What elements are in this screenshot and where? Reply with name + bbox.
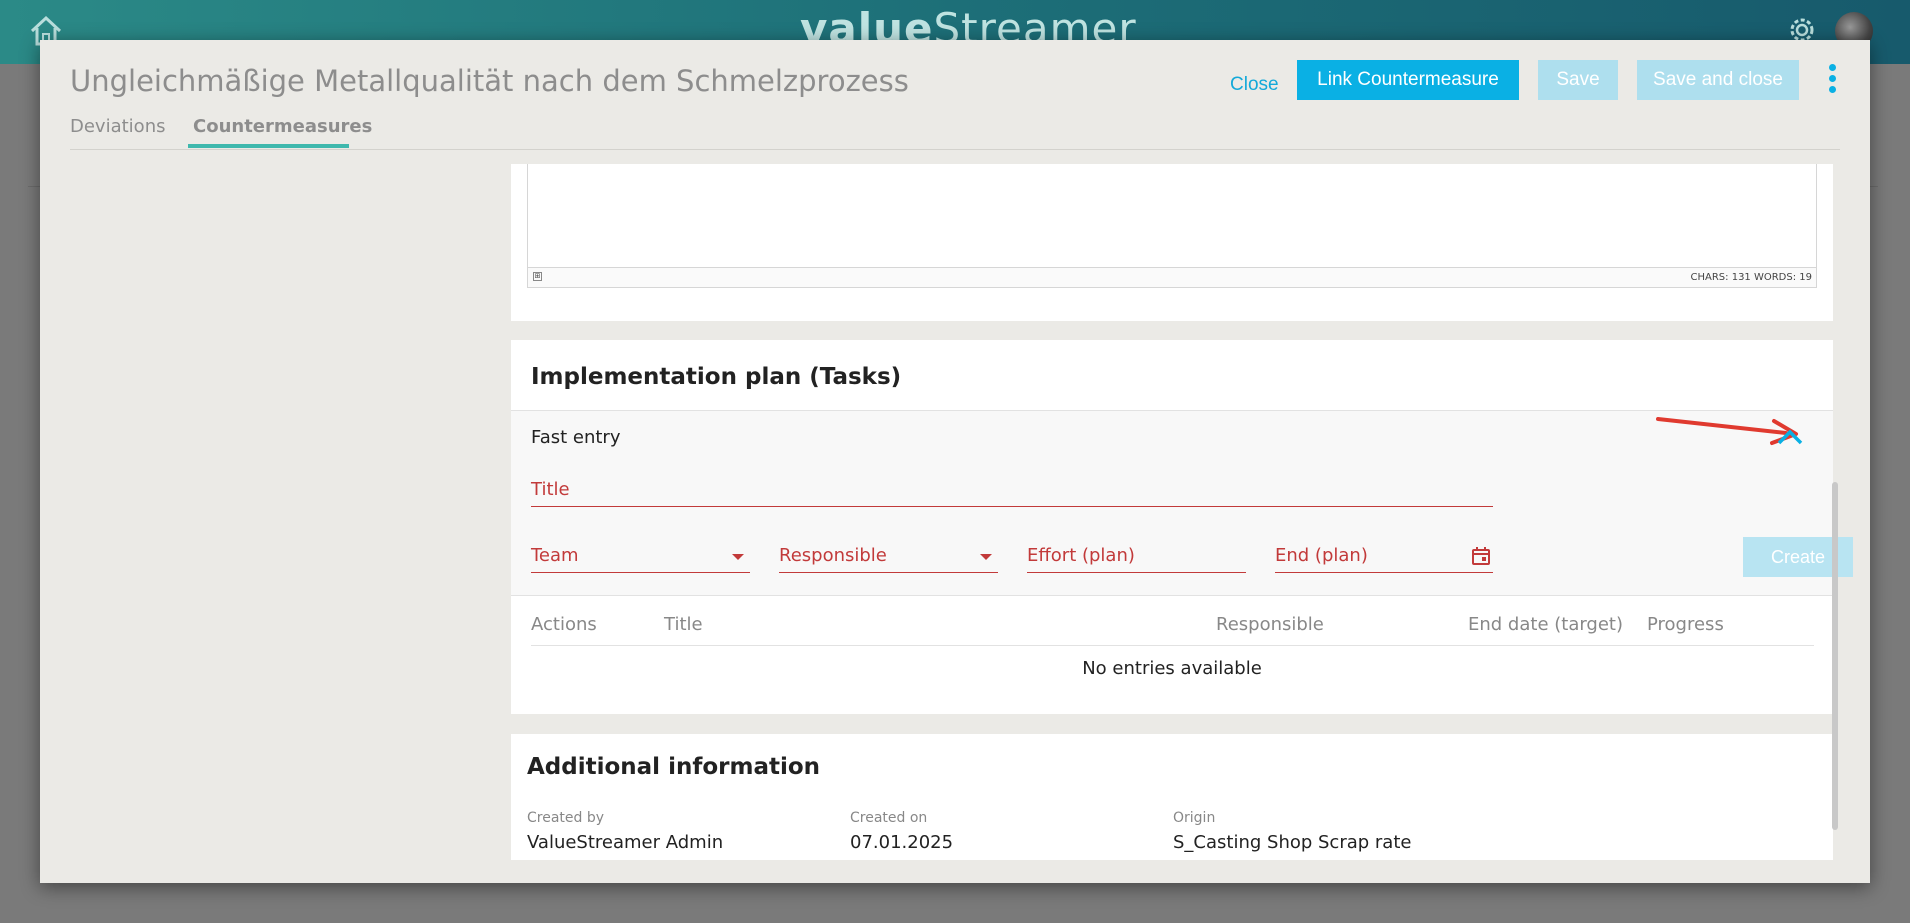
origin-value: S_Casting Shop Scrap rate <box>1173 832 1412 853</box>
save-and-close-button[interactable]: Save and close <box>1637 60 1799 100</box>
end-date-field[interactable]: End (plan) <box>1275 533 1493 573</box>
link-countermeasure-button[interactable]: Link Countermeasure <box>1297 60 1519 100</box>
description-card: ⊞ CHARS: 131 WORDS: 19 <box>511 164 1833 321</box>
empty-state-message: No entries available <box>1082 658 1262 679</box>
column-actions[interactable]: Actions <box>531 614 597 635</box>
origin-label: Origin <box>1173 810 1216 826</box>
save-button[interactable]: Save <box>1538 60 1618 100</box>
created-on-label: Created on <box>850 810 928 826</box>
created-by-value: ValueStreamer Admin <box>527 832 724 853</box>
calendar-icon[interactable] <box>1471 546 1491 566</box>
fast-entry-label: Fast entry <box>531 427 621 448</box>
tab-countermeasures[interactable]: Countermeasures <box>193 116 372 137</box>
tasks-heading: Implementation plan (Tasks) <box>531 364 902 390</box>
modal-content: ⊞ CHARS: 131 WORDS: 19 Implementation pl… <box>40 164 1870 860</box>
rich-text-editor[interactable]: ⊞ CHARS: 131 WORDS: 19 <box>527 164 1817 288</box>
active-tab-indicator <box>188 144 349 148</box>
created-by-label: Created by <box>527 810 605 826</box>
additional-info-heading: Additional information <box>527 754 821 780</box>
fast-entry-panel: Fast entry Title Team Responsible Effort… <box>511 410 1853 596</box>
responsible-select[interactable]: Responsible <box>779 533 998 573</box>
tabs-divider <box>70 149 1840 150</box>
column-end-date[interactable]: End date (target) <box>1468 614 1623 635</box>
team-select[interactable]: Team <box>531 533 750 573</box>
dropdown-caret-icon <box>980 554 992 560</box>
countermeasure-modal: Ungleichmäßige Metallqualität nach dem S… <box>40 40 1870 883</box>
dropdown-caret-icon <box>732 554 744 560</box>
task-title-field[interactable]: Title <box>531 467 1493 507</box>
chevron-up-icon[interactable] <box>1775 425 1805 449</box>
effort-field[interactable]: Effort (plan) <box>1027 533 1246 573</box>
more-options-icon[interactable] <box>1822 64 1842 98</box>
column-responsible[interactable]: Responsible <box>1216 614 1324 635</box>
page-title: Ungleichmäßige Metallqualität nach dem S… <box>70 64 909 98</box>
tab-deviations[interactable]: Deviations <box>70 116 165 137</box>
column-progress[interactable]: Progress <box>1647 614 1724 635</box>
close-button[interactable]: Close <box>1230 65 1279 105</box>
resize-handle-icon[interactable]: ⊞ <box>533 272 542 281</box>
tasks-table-header: Actions Title Responsible End date (targ… <box>531 614 1814 646</box>
additional-information-card: Additional information Created by ValueS… <box>511 734 1833 860</box>
column-title[interactable]: Title <box>664 614 703 635</box>
implementation-plan-card: Implementation plan (Tasks) Fast entry T… <box>511 340 1853 714</box>
editor-word-count: CHARS: 131 WORDS: 19 <box>1690 272 1812 283</box>
scrollbar[interactable] <box>1832 482 1838 830</box>
created-on-value: 07.01.2025 <box>850 832 954 853</box>
editor-status-bar: ⊞ CHARS: 131 WORDS: 19 <box>528 267 1816 287</box>
